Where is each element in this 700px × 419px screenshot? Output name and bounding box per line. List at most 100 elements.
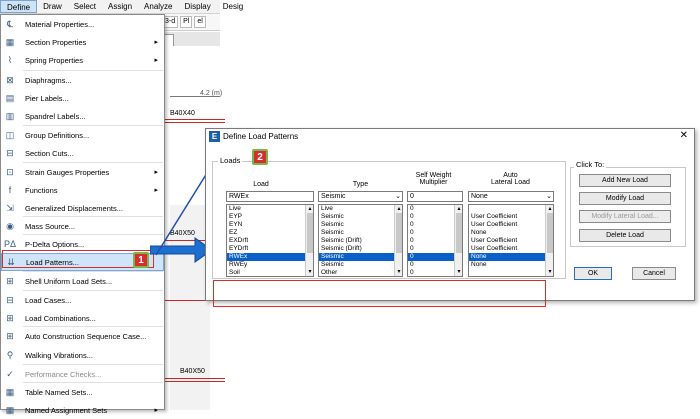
menu-item-walking-vibrations[interactable]: ⚲ Walking Vibrations...: [1, 346, 164, 364]
menu-item-section-properties[interactable]: ▦ Section Properties ▸: [1, 33, 164, 51]
list-item[interactable]: Live: [319, 205, 402, 213]
scroll-down-icon[interactable]: ▾: [306, 268, 313, 276]
menubar-item-display[interactable]: Display: [179, 0, 217, 13]
submenu-arrow-icon: ▸: [154, 407, 158, 414]
cancel-button[interactable]: Cancel: [632, 267, 676, 280]
menu-item-performance-checks[interactable]: ✓ Performance Checks...: [1, 365, 164, 383]
menu-item-pier-labels[interactable]: ▤ Pier Labels...: [1, 89, 164, 107]
list-item[interactable]: [469, 269, 553, 276]
type-select-value: Seismic: [321, 193, 346, 200]
multiplier-list[interactable]: 0 0 0 0 0 0 0 0 0 ▴ ▾: [407, 204, 463, 277]
list-item[interactable]: Seismic (Drift): [319, 245, 402, 253]
menu-item-diaphragms[interactable]: ⊠ Diaphragms...: [1, 71, 164, 89]
list-item[interactable]: User Coefficient: [469, 245, 553, 253]
menu-item-auto-construction-sequence-case[interactable]: ⊞ Auto Construction Sequence Case...: [1, 327, 164, 345]
list-item[interactable]: EYDrft: [227, 245, 313, 253]
list-item[interactable]: User Coefficient: [469, 213, 553, 221]
view-tab-strip: [160, 32, 220, 46]
menu-item-spring-properties[interactable]: ⌇ Spring Properties ▸: [1, 51, 164, 69]
list-item[interactable]: Seismic (Drift): [319, 237, 402, 245]
menu-separator: [23, 326, 163, 327]
menu-item-mass-source[interactable]: ◉ Mass Source...: [1, 217, 164, 235]
scroll-up-icon[interactable]: ▴: [395, 205, 402, 213]
menu-item-named-assignment-sets[interactable]: ▦ Named Assignment Sets ▸: [1, 401, 164, 419]
ok-button[interactable]: OK: [574, 267, 612, 280]
list-item[interactable]: EYN: [227, 221, 313, 229]
menu-separator: [23, 382, 163, 383]
list-item[interactable]: Soil: [227, 269, 313, 276]
scroll-thumb[interactable]: [396, 213, 402, 253]
list-item[interactable]: Seismic: [319, 221, 402, 229]
auto-lateral-select[interactable]: None ⌄: [468, 191, 554, 202]
auto-lateral-column-header: Auto Lateral Load: [491, 172, 530, 186]
plan-view-button[interactable]: Pl: [180, 16, 193, 28]
type-list[interactable]: Live Seismic Seismic Seismic Seismic (Drift)…: [318, 204, 403, 277]
scrollbar[interactable]: ▴ ▾: [454, 205, 462, 276]
menubar-item-draw[interactable]: Draw: [37, 0, 68, 13]
scrollbar[interactable]: ▴ ▾: [305, 205, 313, 276]
menu-item-strain-gauges-properties[interactable]: ⊡ Strain Gauges Properties ▸: [1, 163, 164, 181]
list-item[interactable]: None: [469, 261, 553, 269]
menu-item-functions[interactable]: f Functions ▸: [1, 181, 164, 199]
load-name-input[interactable]: RWEx: [226, 191, 314, 202]
list-item[interactable]: Seismic: [319, 213, 402, 221]
menubar-item-select[interactable]: Select: [68, 0, 102, 13]
scroll-down-icon[interactable]: ▾: [546, 268, 553, 276]
scrollbar[interactable]: ▴ ▾: [545, 205, 553, 276]
scroll-thumb[interactable]: [547, 213, 553, 253]
menu-item-load-cases[interactable]: ⊟ Load Cases...: [1, 291, 164, 309]
menu-item-shell-uniform-load-sets[interactable]: ⊞ Shell Uniform Load Sets...: [1, 272, 164, 290]
scroll-down-icon[interactable]: ▾: [455, 268, 462, 276]
load-list[interactable]: Live EYP EYN EZ EXDrft EYDrft RWEx RWEy Soil ▴ ▾: [226, 204, 314, 277]
auto-lateral-list[interactable]: User Coefficient User Coefficient None User…: [468, 204, 554, 277]
elevation-view-button[interactable]: el: [194, 16, 206, 28]
etabs-icon: E: [209, 130, 220, 142]
list-item[interactable]: Other: [319, 269, 402, 276]
modify-lateral-load-button[interactable]: Modify Lateral Load...: [579, 210, 671, 223]
list-item[interactable]: RWEx: [227, 253, 313, 261]
list-item[interactable]: EYP: [227, 213, 313, 221]
scroll-up-icon[interactable]: ▴: [455, 205, 462, 213]
scroll-up-icon[interactable]: ▴: [546, 205, 553, 213]
menubar-item-assign[interactable]: Assign: [102, 0, 138, 13]
list-item[interactable]: EZ: [227, 229, 313, 237]
menubar-item-desig[interactable]: Desig: [217, 0, 249, 13]
delete-load-button[interactable]: Delete Load: [579, 229, 671, 242]
menu-item-material-properties[interactable]: ℄ Material Properties...: [1, 15, 164, 33]
list-item[interactable]: None: [469, 229, 553, 237]
menu-item-label: Group Definitions...: [25, 130, 90, 140]
list-item[interactable]: User Coefficient: [469, 237, 553, 245]
menu-item-table-named-sets[interactable]: ▦ Table Named Sets...: [1, 383, 164, 401]
list-item[interactable]: RWEy: [227, 261, 313, 269]
list-item[interactable]: None: [469, 253, 553, 261]
scroll-up-icon[interactable]: ▴: [306, 205, 313, 213]
define-load-patterns-dialog: E Define Load Patterns ✕ Loads 2 Load Ty…: [205, 128, 695, 301]
list-item[interactable]: Live: [227, 205, 313, 213]
menubar-item-define[interactable]: Define: [0, 0, 38, 13]
self-weight-input[interactable]: 0: [407, 191, 463, 202]
list-item[interactable]: Seismic: [319, 229, 402, 237]
diaphragm-icon: ⊠: [6, 74, 14, 85]
type-select[interactable]: Seismic ⌄: [318, 191, 403, 202]
menu-item-generalized-displacements[interactable]: ⇲ Generalized Displacements...: [1, 199, 164, 217]
menu-item-load-combinations[interactable]: ⊞ Load Combinations...: [1, 309, 164, 327]
modify-load-button[interactable]: Modify Load: [579, 192, 671, 205]
menu-item-spandrel-labels[interactable]: ▥ Spandrel Labels...: [1, 107, 164, 125]
scroll-thumb[interactable]: [307, 213, 313, 253]
list-item[interactable]: EXDrft: [227, 237, 313, 245]
construction-icon: ⊞: [6, 330, 14, 341]
menu-item-section-cuts[interactable]: ⊟ Section Cuts...: [1, 144, 164, 162]
scroll-thumb[interactable]: [456, 213, 462, 253]
list-item[interactable]: User Coefficient: [469, 221, 553, 229]
close-icon[interactable]: ✕: [680, 130, 688, 141]
fx-icon: ℄: [7, 18, 13, 29]
menu-item-label: Spandrel Labels...: [25, 111, 86, 121]
list-item[interactable]: Seismic: [319, 261, 402, 269]
list-item[interactable]: Seismic: [319, 253, 402, 261]
scrollbar[interactable]: ▴ ▾: [394, 205, 402, 276]
scroll-down-icon[interactable]: ▾: [395, 268, 402, 276]
menubar-item-analyze[interactable]: Analyze: [138, 0, 178, 13]
add-new-load-button[interactable]: Add New Load: [579, 174, 671, 187]
menu-item-group-definitions[interactable]: ◫ Group Definitions...: [1, 126, 164, 144]
list-item[interactable]: [469, 205, 553, 213]
